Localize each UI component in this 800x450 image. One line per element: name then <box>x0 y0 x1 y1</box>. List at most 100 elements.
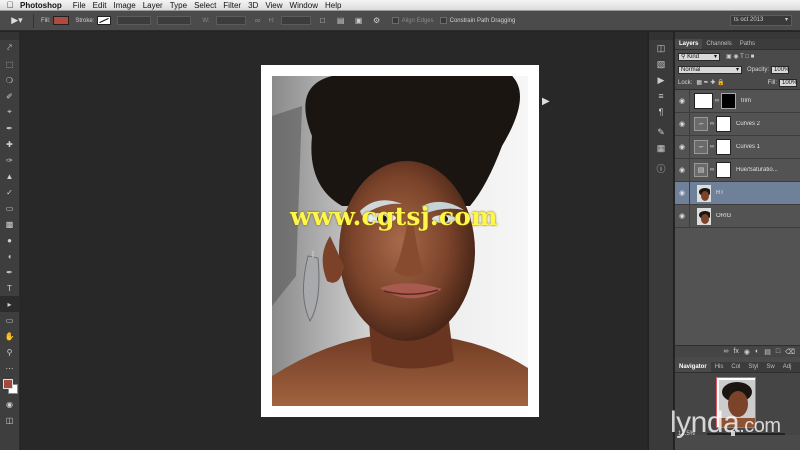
clone-stamp-tool-icon[interactable]: ▲ <box>0 168 19 184</box>
menu-edit[interactable]: Edit <box>93 1 114 10</box>
panel-grip[interactable] <box>0 32 19 40</box>
align-edges-checkbox[interactable] <box>391 17 399 24</box>
move-tool-icon[interactable]: ⤤ <box>0 40 19 56</box>
panel-header[interactable] <box>675 32 800 39</box>
rectangle-tool-icon[interactable]: ▭ <box>0 312 19 328</box>
tab-channels[interactable]: Channels <box>702 39 735 49</box>
layer-mask-thumbnail[interactable] <box>721 93 736 109</box>
workspace-select[interactable]: ts oct 2013 ▾ <box>730 15 792 26</box>
history-panel-icon[interactable]: ◫ <box>649 40 673 56</box>
menu-select[interactable]: Select <box>194 1 223 10</box>
opacity-field[interactable]: 100% <box>771 65 789 74</box>
adjustment-layer-icon[interactable]: ◐ <box>755 348 759 355</box>
brush-panel-icon[interactable]: ▧ <box>649 56 673 72</box>
lock-icons[interactable]: ▦ ✒ ✚ 🔒 <box>696 79 724 86</box>
layer-mask-thumbnail[interactable] <box>716 116 731 132</box>
more-tools-icon[interactable]: ⋯ <box>0 360 19 376</box>
tab-styles[interactable]: Styl <box>744 362 762 372</box>
screen-mode-icon[interactable]: ◫ <box>0 412 19 428</box>
menu-filter[interactable]: Filter <box>223 1 248 10</box>
new-group-icon[interactable]: ▤ <box>764 348 771 356</box>
layer-mask-thumbnail[interactable] <box>716 162 731 178</box>
tab-adjustments[interactable]: Adj <box>779 362 796 372</box>
eraser-tool-icon[interactable]: ▭ <box>0 200 19 216</box>
lasso-tool-icon[interactable]: ❍ <box>0 72 19 88</box>
kind-filter-select[interactable]: ⚲ Kind ▾ <box>678 52 720 61</box>
path-selection-tool-icon[interactable]: ▶▾ <box>6 14 28 28</box>
brush-tool-icon[interactable]: ✑ <box>0 152 19 168</box>
menu-file[interactable]: File <box>73 1 93 10</box>
filter-icons[interactable]: ▣ ◉ T □ ■ <box>726 53 754 60</box>
new-layer-icon[interactable]: □ <box>776 348 780 355</box>
panel-grip[interactable] <box>649 32 673 40</box>
fill-field[interactable]: 100% <box>779 78 797 87</box>
type-panel-icon[interactable]: ≡ <box>649 88 673 104</box>
eye-icon[interactable]: ◉ <box>675 212 689 220</box>
tool-presets-icon[interactable]: ✎ <box>649 124 673 140</box>
menu-window[interactable]: Window <box>290 1 325 10</box>
link-icon[interactable]: ∞ <box>708 121 716 127</box>
tab-layers[interactable]: Layers <box>675 39 703 49</box>
layer-row[interactable]: ◉ ∞ trim <box>675 89 800 113</box>
path-operations-icon[interactable]: □ <box>317 16 329 26</box>
quick-mask-icon[interactable]: ◉ <box>0 396 19 412</box>
history-brush-tool-icon[interactable]: ✓ <box>0 184 19 200</box>
menu-type[interactable]: Type <box>170 1 194 10</box>
eye-icon[interactable]: ◉ <box>675 97 689 105</box>
constrain-checkbox[interactable] <box>439 17 447 24</box>
eyedropper-tool-icon[interactable]: ✒ <box>0 120 19 136</box>
layer-row[interactable]: ◉ ▤ ∞ Hue/Saturatio... <box>675 158 800 182</box>
link-layers-icon[interactable]: ∞ <box>723 348 728 355</box>
healing-brush-tool-icon[interactable]: ✚ <box>0 136 19 152</box>
width-field[interactable] <box>215 16 246 25</box>
type-tool-icon[interactable]: T <box>0 280 19 296</box>
layer-row[interactable]: ◉ ∽ ∞ Curves 1 <box>675 135 800 159</box>
link-icon[interactable]: ∞ <box>708 144 716 150</box>
info-panel-icon[interactable]: ⓘ <box>649 160 673 176</box>
stroke-width-field[interactable] <box>117 16 152 25</box>
dodge-tool-icon[interactable]: ◖ <box>0 248 19 264</box>
tab-history[interactable]: His <box>711 362 728 372</box>
layer-mask-thumbnail[interactable] <box>716 139 731 155</box>
blur-tool-icon[interactable]: ● <box>0 232 19 248</box>
fx-icon[interactable]: fx <box>733 348 738 355</box>
trash-icon[interactable]: ⌫ <box>785 348 795 356</box>
color-swatches[interactable] <box>0 376 19 396</box>
marquee-tool-icon[interactable]: ⬚ <box>0 56 19 72</box>
menu-layer[interactable]: Layer <box>143 1 170 10</box>
paragraph-panel-icon[interactable]: ¶ <box>649 104 673 120</box>
apple-icon[interactable]:  <box>0 0 20 10</box>
properties-panel-icon[interactable]: ▦ <box>649 140 673 156</box>
document-canvas[interactable]: ▶ <box>21 32 647 450</box>
pen-tool-icon[interactable]: ✒ <box>0 264 19 280</box>
crop-tool-icon[interactable]: ⌖ <box>0 104 19 120</box>
stroke-swatch[interactable] <box>97 16 112 25</box>
eye-icon[interactable]: ◉ <box>675 189 689 197</box>
path-selection-tool-icon[interactable]: ▸ <box>0 296 19 312</box>
blend-mode-select[interactable]: Normal ▾ <box>678 65 742 74</box>
menu-help[interactable]: Help <box>325 1 348 10</box>
menu-3d[interactable]: 3D <box>248 1 265 10</box>
layer-row[interactable]: ◉ ∽ ∞ Curves 2 <box>675 112 800 136</box>
quick-selection-tool-icon[interactable]: ✐ <box>0 88 19 104</box>
menu-app[interactable]: Photoshop <box>20 1 73 10</box>
link-icon[interactable]: ∞ <box>252 16 264 26</box>
zoom-tool-icon[interactable]: ⚲ <box>0 344 19 360</box>
link-icon[interactable]: ∞ <box>708 167 716 173</box>
path-arrangement-icon[interactable]: ▣ <box>353 16 365 26</box>
tab-color[interactable]: Col <box>727 362 744 372</box>
hand-tool-icon[interactable]: ✋ <box>0 328 19 344</box>
path-alignment-icon[interactable]: ▤ <box>335 16 347 26</box>
tab-navigator[interactable]: Navigator <box>675 362 711 372</box>
tab-swatches[interactable]: Sw <box>762 362 778 372</box>
gradient-tool-icon[interactable]: ▩ <box>0 216 19 232</box>
layer-row-selected[interactable]: ◉ RT <box>675 181 800 205</box>
settings-gear-icon[interactable]: ⚙ <box>371 16 383 26</box>
add-mask-icon[interactable]: ◉ <box>744 348 750 356</box>
tab-paths[interactable]: Paths <box>736 39 759 49</box>
eye-icon[interactable]: ◉ <box>675 143 689 151</box>
height-field[interactable] <box>280 16 311 25</box>
menu-view[interactable]: View <box>265 1 289 10</box>
eye-icon[interactable]: ◉ <box>675 166 689 174</box>
link-icon[interactable]: ∞ <box>713 98 721 104</box>
